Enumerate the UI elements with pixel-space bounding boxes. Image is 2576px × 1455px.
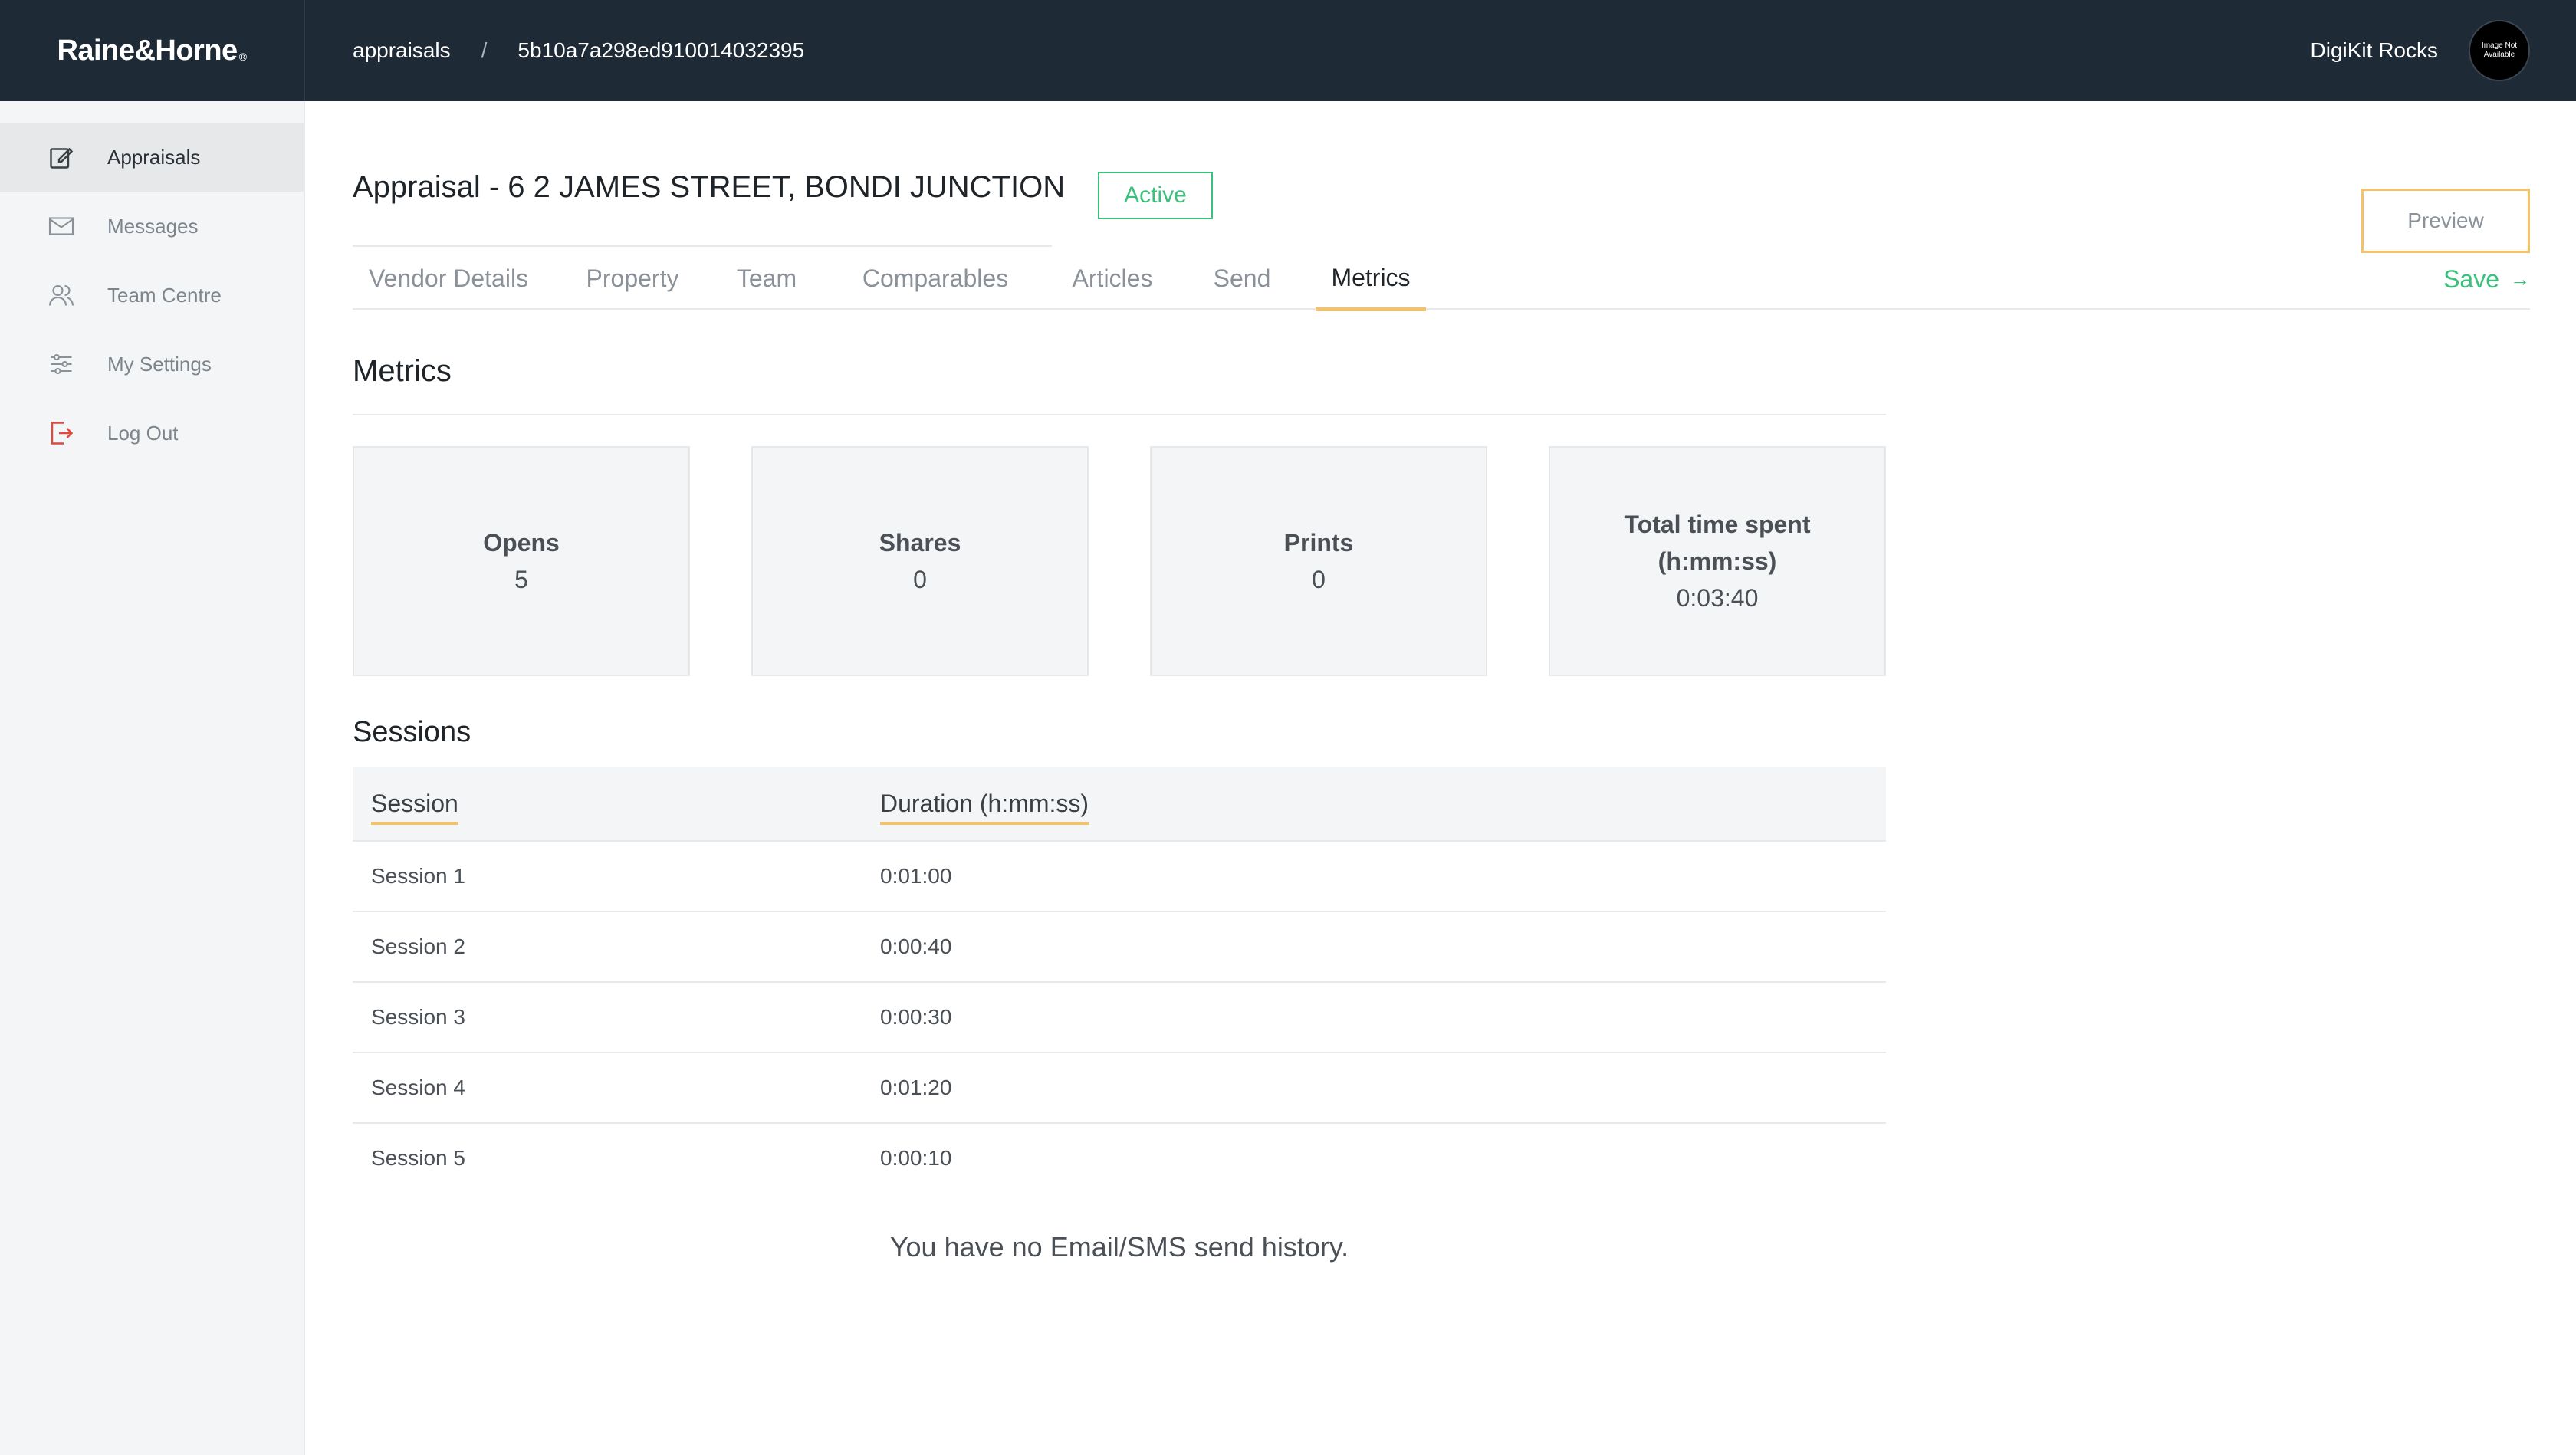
table-row: Session 2 0:00:40 [353, 912, 1886, 983]
metric-value: 5 [514, 566, 528, 593]
empty-send-history-message: You have no Email/SMS send history. [889, 1231, 1349, 1263]
tab-send[interactable]: Send [1211, 248, 1273, 308]
sessions-table: Session Duration (h:mm:ss) Session 1 0:0… [353, 767, 1886, 1193]
breadcrumb: appraisals / 5b10a7a298ed910014032395 [353, 0, 804, 101]
save-label: Save [2443, 264, 2499, 293]
table-row: Session 3 0:00:30 [353, 983, 1886, 1053]
sidebar-item-label: Log Out [107, 421, 179, 445]
sliders-icon [46, 349, 77, 379]
team-icon [46, 280, 77, 310]
sessions-title: Sessions [353, 716, 472, 748]
table-header: Session Duration (h:mm:ss) [353, 767, 1886, 842]
title-row: Appraisal - 6 2 JAMES STREET, BONDI JUNC… [353, 143, 2530, 253]
sidebar: Appraisals Messages Team Centre My Setti… [0, 101, 305, 1455]
metric-card-shares: Shares 0 [751, 446, 1089, 676]
metrics-cards: Opens 5 Shares 0 Prints 0 Total time spe… [353, 446, 1886, 676]
sidebar-item-messages[interactable]: Messages [0, 192, 304, 261]
logout-icon [46, 418, 77, 448]
session-cell: Session 3 [371, 1005, 465, 1029]
session-cell: Session 5 [371, 1146, 465, 1170]
arrow-right-icon: → [2510, 267, 2530, 291]
save-button[interactable]: Save → [2443, 248, 2530, 310]
metric-label-unit: (h:mm:ss) [1658, 547, 1777, 575]
sidebar-item-label: Appraisals [107, 145, 201, 169]
tab-comparables[interactable]: Comparables [859, 248, 1012, 308]
metric-card-total-time: Total time spent (h:mm:ss) 0:03:40 [1549, 446, 1886, 676]
table-row: Session 1 0:01:00 [353, 842, 1886, 912]
title-divider [353, 245, 1052, 247]
duration-cell: 0:00:30 [880, 1005, 952, 1029]
sidebar-item-label: My Settings [107, 352, 212, 376]
session-cell: Session 1 [371, 864, 465, 888]
metric-card-prints: Prints 0 [1150, 446, 1487, 676]
metric-value: 0 [1312, 566, 1326, 593]
sidebar-item-label: Messages [107, 214, 199, 238]
duration-cell: 0:00:10 [880, 1146, 952, 1170]
metric-label: Prints [1283, 529, 1354, 557]
tab-vendor-details[interactable]: Vendor Details [368, 248, 529, 308]
sidebar-item-team-centre[interactable]: Team Centre [0, 261, 304, 330]
status-badge: Active [1098, 172, 1213, 219]
tab-articles[interactable]: Articles [1070, 248, 1155, 308]
table-row: Session 4 0:01:20 [353, 1053, 1886, 1124]
column-header-duration[interactable]: Duration (h:mm:ss) [880, 789, 1886, 825]
breadcrumb-id: 5b10a7a298ed910014032395 [518, 38, 805, 62]
duration-cell: 0:00:40 [880, 934, 952, 958]
app: Raine&Horne ® appraisals / 5b10a7a298ed91… [0, 0, 2576, 1455]
metric-label: Total time spent [1624, 511, 1811, 538]
metric-value: 0 [913, 566, 927, 593]
avatar[interactable]: Image Not Available [2469, 20, 2530, 81]
brand-name: Raine&Horne [57, 34, 238, 67]
avatar-placeholder-text: Image Not Available [2481, 41, 2518, 59]
metrics-title: Metrics [353, 354, 452, 388]
preview-button[interactable]: Preview [2361, 189, 2530, 253]
tab-bar: Vendor Details Property Team Comparables… [353, 248, 2530, 311]
user-name[interactable]: DigiKit Rocks [2311, 38, 2438, 63]
metrics-divider [353, 414, 1886, 415]
breadcrumb-section[interactable]: appraisals [353, 38, 451, 63]
duration-cell: 0:01:20 [880, 1076, 952, 1099]
tab-metrics[interactable]: Metrics [1316, 248, 1426, 311]
metric-card-opens: Opens 5 [353, 446, 690, 676]
page-title: Appraisal - 6 2 JAMES STREET, BONDI JUNC… [353, 170, 1066, 204]
metric-label: Opens [483, 529, 560, 557]
sidebar-item-label: Team Centre [107, 283, 222, 307]
edit-icon [46, 142, 77, 172]
metric-label: Shares [879, 529, 961, 557]
table-row: Session 5 0:00:10 [353, 1124, 1886, 1193]
breadcrumb-separator: / [481, 38, 488, 62]
session-cell: Session 4 [371, 1076, 465, 1099]
column-header-session[interactable]: Session [353, 789, 880, 825]
duration-cell: 0:01:00 [880, 864, 952, 888]
brand-logo[interactable]: Raine&Horne ® [0, 0, 305, 101]
tab-property[interactable]: Property [583, 248, 682, 308]
metric-value: 0:03:40 [1676, 584, 1759, 612]
brand-reg: ® [238, 51, 247, 63]
sidebar-item-log-out[interactable]: Log Out [0, 399, 304, 468]
sidebar-item-appraisals[interactable]: Appraisals [0, 123, 304, 192]
sidebar-item-my-settings[interactable]: My Settings [0, 330, 304, 399]
user-menu[interactable]: DigiKit Rocks Image Not Available [2311, 0, 2530, 101]
mail-icon [46, 211, 77, 241]
session-cell: Session 2 [371, 934, 465, 958]
top-bar: Raine&Horne ® appraisals / 5b10a7a298ed91… [0, 0, 2576, 101]
tab-team[interactable]: Team [736, 248, 797, 308]
